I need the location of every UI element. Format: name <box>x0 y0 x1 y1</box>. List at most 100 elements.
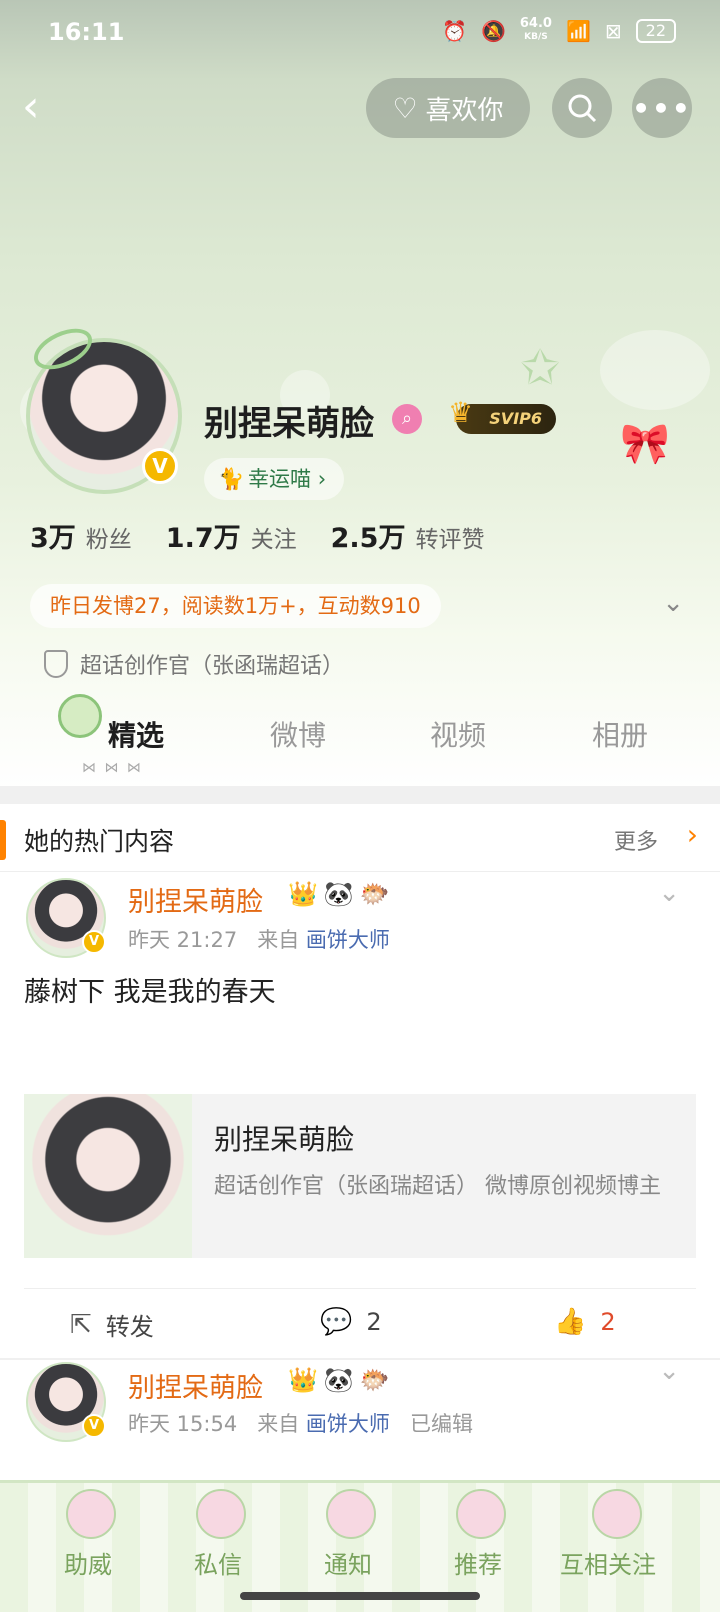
like-you-label: 喜欢你 <box>425 95 504 126</box>
fruit-icon <box>592 1489 642 1539</box>
heart-hand-icon: ♡ <box>392 91 418 125</box>
like-you-button[interactable]: ♡ 喜欢你 <box>366 78 530 138</box>
profile-avatar[interactable]: V <box>26 320 182 494</box>
net-speed: 64.0 KB/S <box>520 17 552 43</box>
post-time: 昨天 21:27 <box>128 928 238 952</box>
post-badges: 👑 🐼 🐡 <box>288 880 390 908</box>
crown-badge-icon: 👑 <box>288 880 318 908</box>
status-bar: 16:11 ⏰ 🔕 64.0 KB/S 📶 ⊠ 22 <box>0 0 720 64</box>
svip-label: SVIP6 <box>489 409 542 428</box>
stat-label: 转评赞 <box>415 527 485 553</box>
comment-count: 2 <box>366 1308 382 1336</box>
panda-badge-icon: 🐼 <box>323 880 354 908</box>
svip-badge[interactable]: ♛ SVIP6 <box>448 398 556 434</box>
stat-following[interactable]: 1.7万 关注 <box>166 516 297 555</box>
chevron-down-icon[interactable]: ⌄ <box>662 588 684 618</box>
search-button[interactable] <box>552 78 612 138</box>
verified-badge-icon: V <box>142 448 178 484</box>
shield-icon <box>44 650 68 678</box>
bow-decoration: ⋈ ⋈ ⋈ <box>82 760 143 776</box>
cat-icon: 🐈 <box>218 467 245 491</box>
back-button[interactable]: ‹ <box>22 82 70 138</box>
chevron-down-icon[interactable]: ⌄ <box>658 878 680 908</box>
like-count: 2 <box>600 1308 616 1336</box>
hot-content-title: 她的热门内容 <box>24 827 175 856</box>
fan-search-icon[interactable]: ⌕ <box>392 404 422 434</box>
comment-button[interactable]: 💬 2 <box>320 1307 382 1337</box>
post-badges: 👑 🐼 🐡 <box>288 1366 390 1394</box>
post-separator <box>0 1358 720 1360</box>
post-avatar[interactable]: V <box>26 1362 106 1442</box>
wifi-icon: 📶 <box>565 18 591 43</box>
post-author-name[interactable]: 别捏呆萌脸 <box>128 1366 263 1405</box>
status-icons: ⏰ 🔕 64.0 KB/S 📶 ⊠ 22 <box>442 17 676 43</box>
thumbs-up-icon: 👍 <box>554 1307 587 1337</box>
tv-icon <box>456 1489 506 1539</box>
lucky-tag-chip[interactable]: 🐈 幸运喵 › <box>204 458 345 500</box>
tab-album[interactable]: 相册 <box>592 714 648 754</box>
stat-num: 3万 <box>30 523 76 554</box>
profile-share-card[interactable]: 别捏呆萌脸 超话创作官（张函瑞超话） 微博原创视频博主 <box>24 1094 696 1258</box>
post-from-label: 来自 <box>257 1412 300 1436</box>
more-link[interactable]: 更多 <box>614 824 658 856</box>
sim-off-icon: ⊠ <box>604 18 622 43</box>
mute-icon: 🔕 <box>480 18 506 43</box>
post-action-bar: ⇱ 转发 💬 2 👍 2 <box>24 1288 696 1356</box>
chevron-down-icon[interactable]: ⌄ <box>658 1356 680 1386</box>
chevron-right-icon[interactable]: › <box>687 818 698 851</box>
nav-mutual-follow[interactable]: 互相关注 <box>560 1545 656 1580</box>
bow-sticker: 🎀 <box>620 421 670 467</box>
super-topic-row[interactable]: 超话创作官（张函瑞超话） <box>44 648 344 680</box>
post-source-link[interactable]: 画饼大师 <box>306 1412 390 1436</box>
post-edited-label: 已编辑 <box>409 1412 473 1436</box>
post-author-name[interactable]: 别捏呆萌脸 <box>128 880 263 919</box>
net-speed-unit: KB/S <box>524 32 548 42</box>
repost-button[interactable]: ⇱ 转发 <box>70 1307 154 1342</box>
search-icon <box>568 94 597 123</box>
chevron-left-icon: ‹ <box>22 81 40 132</box>
share-card-title: 别捏呆萌脸 <box>214 1123 355 1156</box>
section-accent-bar <box>0 820 6 860</box>
verified-badge-icon: V <box>82 1414 106 1438</box>
apple-icon <box>66 1489 116 1539</box>
nav-recommend[interactable]: 推荐 <box>454 1545 502 1580</box>
more-button[interactable]: ••• <box>632 78 692 138</box>
status-time: 16:11 <box>48 18 125 46</box>
stat-num: 1.7万 <box>165 523 241 554</box>
ice-cream-icon <box>196 1489 246 1539</box>
share-card-description: 超话创作官（张函瑞超话） 微博原创视频博主 <box>214 1174 661 1199</box>
daily-summary[interactable]: 昨日发博27，阅读数1万+，互动数910 <box>30 584 441 628</box>
home-indicator[interactable] <box>240 1592 480 1600</box>
lucky-tag-label: 幸运喵 <box>248 467 311 491</box>
comment-icon: 💬 <box>320 1307 353 1337</box>
tab-video[interactable]: 视频 <box>430 714 486 754</box>
tab-weibo[interactable]: 微博 <box>270 714 326 754</box>
nav-cheer[interactable]: 助威 <box>64 1545 112 1580</box>
section-divider <box>0 786 720 804</box>
battery-indicator: 22 <box>635 18 676 43</box>
stat-interactions[interactable]: 2.5万 转评赞 <box>331 516 485 555</box>
super-topic-label: 超话创作官（张函瑞超话） <box>80 654 345 679</box>
fish-badge-icon: 🐡 <box>359 1366 390 1394</box>
stat-fans[interactable]: 3万 粉丝 <box>30 516 132 555</box>
chevron-right-icon: › <box>317 467 327 491</box>
like-button[interactable]: 👍 2 <box>554 1307 616 1337</box>
stat-num: 2.5万 <box>330 523 406 554</box>
crown-badge-icon: 👑 <box>288 1366 318 1394</box>
tab-featured[interactable]: 精选 <box>108 714 164 754</box>
profile-name: 别捏呆萌脸 <box>204 404 374 444</box>
post-text: 藤树下 我是我的春天 <box>24 977 276 1008</box>
stat-label: 粉丝 <box>85 527 132 553</box>
alarm-icon: ⏰ <box>442 18 467 43</box>
star-sticker: ✩ <box>520 340 561 396</box>
fish-badge-icon: 🐡 <box>359 880 390 908</box>
share-card-thumbnail <box>24 1094 192 1258</box>
post-avatar[interactable]: V <box>26 878 106 958</box>
profile-stats: 3万 粉丝 1.7万 关注 2.5万 转评赞 <box>30 516 484 555</box>
post-meta: 昨天 15:54 来自 画饼大师 已编辑 <box>128 1408 473 1438</box>
hot-content-header: 她的热门内容 更多 › <box>0 804 720 872</box>
nav-notifications[interactable]: 通知 <box>324 1545 372 1580</box>
post-source-link[interactable]: 画饼大师 <box>306 928 390 952</box>
verified-badge-icon: V <box>82 930 106 954</box>
nav-messages[interactable]: 私信 <box>194 1545 242 1580</box>
